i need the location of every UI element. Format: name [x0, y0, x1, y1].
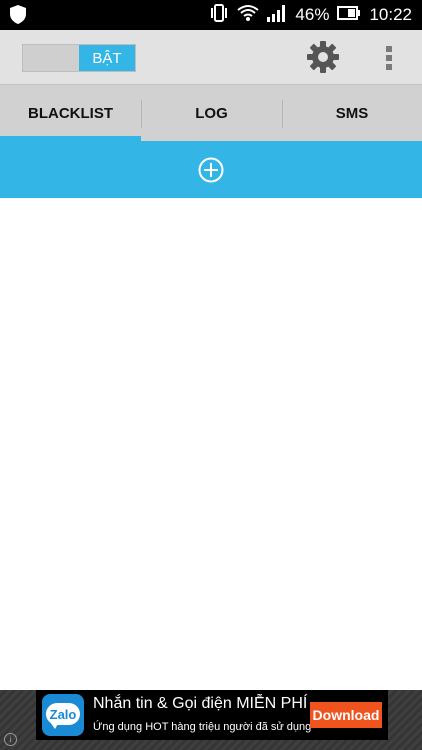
- tab-divider: [141, 100, 142, 128]
- overflow-menu-icon[interactable]: [384, 44, 394, 72]
- ad-headline: Nhắn tin & Gọi điện MIỄN PHÍ: [93, 695, 308, 712]
- toggle-label: BẬT: [79, 45, 135, 71]
- toolbar: BẬT: [0, 30, 422, 84]
- tab-sms[interactable]: SMS: [282, 85, 422, 142]
- tab-divider: [282, 100, 283, 128]
- blacklist-content: [0, 198, 422, 690]
- tab-log[interactable]: LOG: [141, 85, 282, 142]
- ad-subline: Ứng dụng HOT hàng triệu người đã sử dụng: [93, 721, 312, 733]
- zalo-logo-text: Zalo: [49, 706, 77, 722]
- tab-bar: BLACKLIST LOG SMS: [0, 84, 422, 142]
- blocking-toggle[interactable]: BẬT: [22, 44, 136, 72]
- battery-percent: 46%: [295, 5, 330, 24]
- clock: 10:22: [369, 5, 412, 24]
- battery-icon: [337, 5, 361, 25]
- signal-icon: [267, 4, 287, 27]
- add-entry-bar[interactable]: [0, 141, 422, 198]
- status-bar: 46% 10:22: [0, 0, 422, 30]
- shield-icon: [10, 5, 26, 29]
- wifi-icon: [237, 3, 260, 28]
- vibrate-icon: [209, 3, 229, 28]
- ad-info-icon[interactable]: i: [4, 733, 17, 746]
- ad-banner-container: i Zalo Nhắn tin & Gọi điện MIỄN PHÍ Ứng …: [0, 690, 422, 750]
- zalo-logo: Zalo: [42, 694, 84, 736]
- add-circle-icon[interactable]: [198, 157, 224, 183]
- ad-banner[interactable]: Zalo Nhắn tin & Gọi điện MIỄN PHÍ Ứng dụ…: [36, 690, 388, 740]
- tab-blacklist[interactable]: BLACKLIST: [0, 85, 141, 142]
- ad-download-button[interactable]: Download: [310, 702, 382, 728]
- settings-gear-icon[interactable]: [306, 40, 340, 74]
